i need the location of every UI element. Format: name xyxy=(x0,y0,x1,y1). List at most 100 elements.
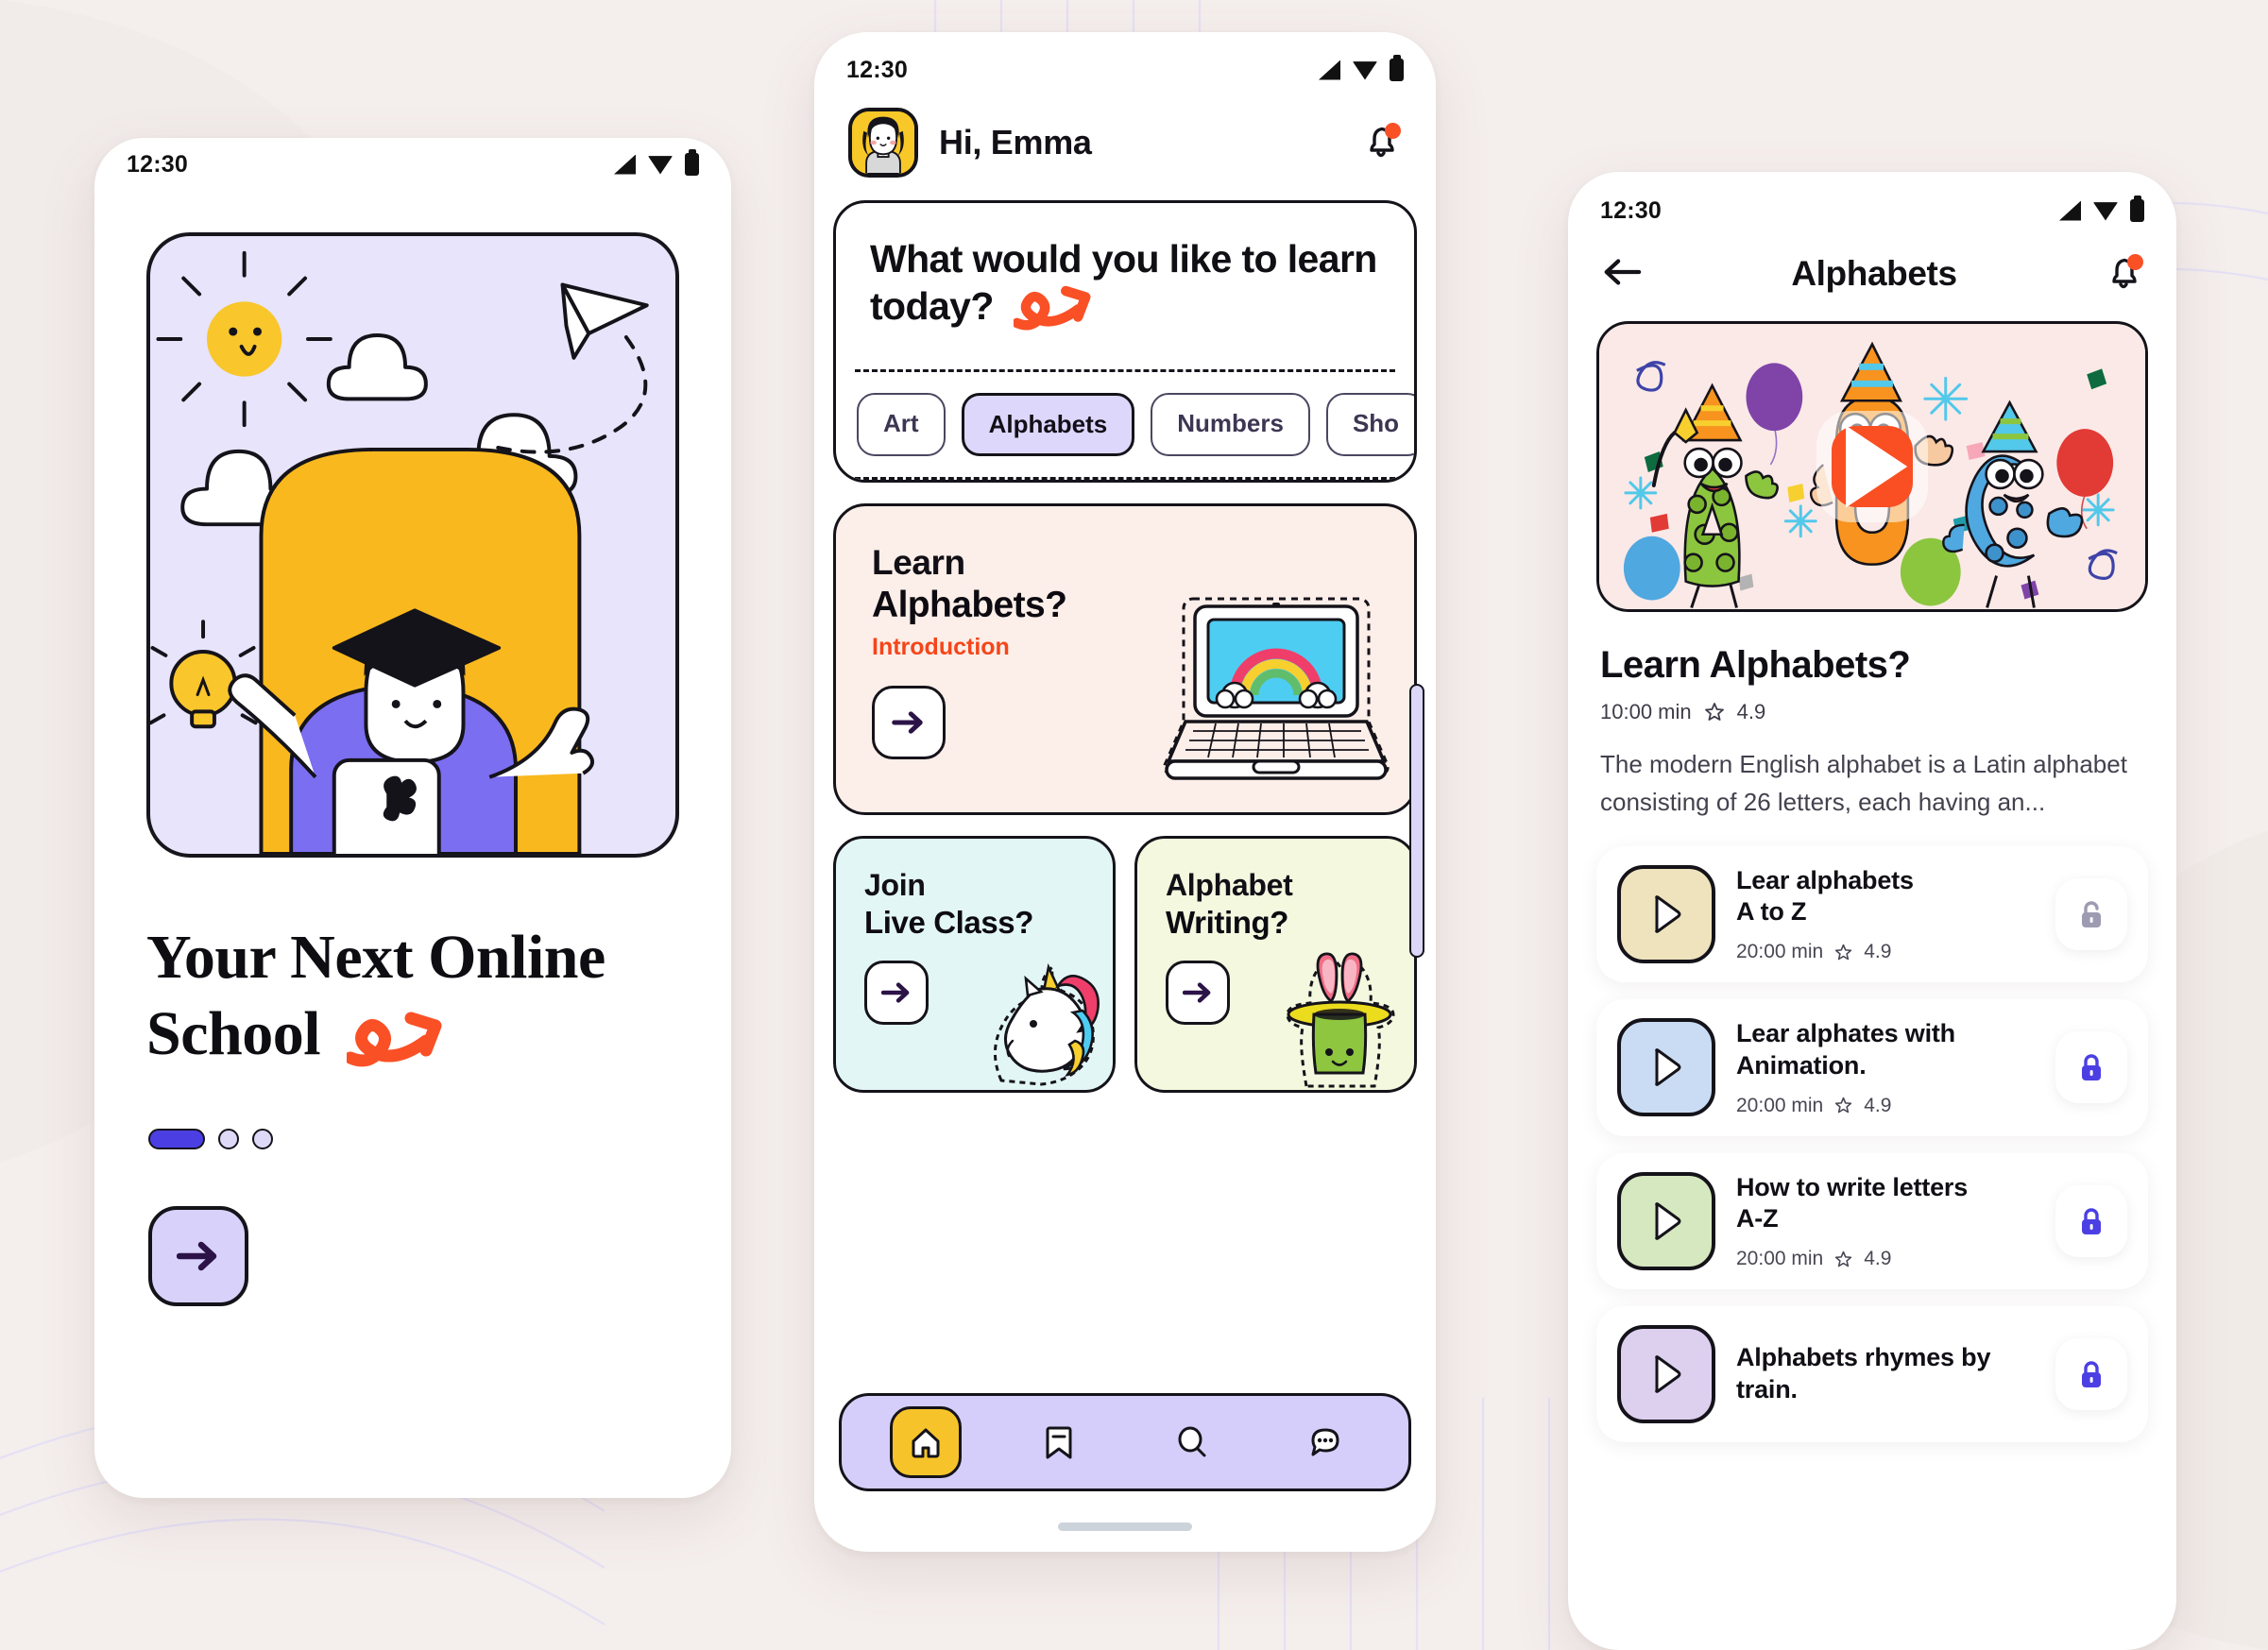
chip-numbers[interactable]: Numbers xyxy=(1151,393,1310,457)
swirl-arrow-icon xyxy=(344,1009,449,1086)
lesson-rating: 4.9 xyxy=(1864,1094,1892,1116)
arrow-right-icon xyxy=(892,711,923,734)
star-icon xyxy=(1835,1097,1852,1114)
lesson-thumbnail[interactable] xyxy=(1617,1171,1715,1270)
search-icon xyxy=(1178,1426,1205,1457)
lesson-thumbnail[interactable] xyxy=(1617,1325,1715,1424)
wifi-icon xyxy=(2093,202,2118,221)
lesson-duration: 20:00 min xyxy=(1736,1248,1824,1270)
vertical-scrollbar[interactable] xyxy=(1409,684,1424,958)
back-button[interactable] xyxy=(1600,256,1646,293)
arrow-right-icon xyxy=(1183,982,1211,1003)
notification-badge xyxy=(2127,254,2143,270)
bottom-navigation xyxy=(839,1393,1411,1491)
home-screen: 12:30 Hi, Emma What would you like to le… xyxy=(814,32,1436,1552)
hero-video-card[interactable] xyxy=(1596,321,2148,612)
status-icons xyxy=(2059,196,2144,222)
play-icon xyxy=(1655,1048,1681,1087)
lesson-title-line1: Lear alphates with xyxy=(1736,1019,1955,1048)
lesson-meta: 10:00 min 4.9 xyxy=(1600,700,2144,724)
page-dot-2[interactable] xyxy=(218,1129,239,1150)
onboarding-title-line2: School xyxy=(146,998,321,1068)
lock-icon xyxy=(2082,1054,2101,1081)
chip-shapes[interactable]: Sho xyxy=(1325,393,1414,457)
notification-badge xyxy=(1385,123,1401,139)
lesson-heading: Learn Alphabets? xyxy=(1600,644,1911,686)
tab-search[interactable] xyxy=(1125,1406,1258,1478)
lesson-rating: 4.9 xyxy=(1864,941,1892,963)
home-icon xyxy=(912,1428,939,1458)
status-time: 12:30 xyxy=(846,56,908,83)
ask-card: What would you like to learn today? Art … xyxy=(833,200,1417,484)
play-icon xyxy=(1846,425,1908,508)
category-chips: Art Alphabets Numbers Sho xyxy=(836,372,1414,477)
play-icon xyxy=(1655,1355,1681,1393)
lesson-rating: 4.9 xyxy=(1736,700,1766,723)
feature-cta-button[interactable] xyxy=(872,686,946,760)
unlock-button[interactable] xyxy=(2055,877,2127,950)
tab-bookmarks[interactable] xyxy=(992,1406,1125,1478)
arrow-left-icon xyxy=(1604,258,1642,285)
battery-icon xyxy=(2130,196,2144,222)
status-bar: 12:30 xyxy=(1568,172,2176,234)
ask-title: What would you like to learn today? xyxy=(836,203,1414,369)
live-cta-button[interactable] xyxy=(864,961,929,1026)
ask-title-text: What would you like to learn today? xyxy=(870,237,1377,329)
writing-title-line1: Alphabet xyxy=(1166,868,1293,903)
wifi-icon xyxy=(1353,61,1377,80)
lesson-thumbnail[interactable] xyxy=(1617,1018,1715,1117)
mini-card-live-class[interactable]: Join Live Class? xyxy=(833,836,1116,1094)
pagination-dots[interactable] xyxy=(148,1129,731,1150)
lesson-detail-screen: 12:30 Alphabets Learn Alphabets? 10:00 m… xyxy=(1568,172,2176,1650)
feature-title-line1: Learn xyxy=(872,543,965,583)
lesson-title-line2: train. xyxy=(1736,1375,1798,1404)
lock-icon xyxy=(2082,1208,2101,1234)
feature-card-learn-alphabets[interactable]: Learn Alphabets? Introduction xyxy=(833,503,1417,816)
unlock-icon xyxy=(2082,901,2101,927)
chip-art[interactable]: Art xyxy=(857,393,946,457)
status-time: 12:30 xyxy=(127,150,188,178)
onboarding-screen: 12:30 Your Next Online School xyxy=(94,138,731,1498)
writing-cta-button[interactable] xyxy=(1166,961,1230,1026)
lesson-duration: 20:00 min xyxy=(1736,941,1824,963)
chat-dots-icon xyxy=(1311,1428,1339,1456)
lesson-thumbnail[interactable] xyxy=(1617,864,1715,963)
list-item[interactable]: Lear alphates with Animation. 20:00 min … xyxy=(1596,999,2148,1136)
page-dot-1[interactable] xyxy=(148,1129,205,1150)
list-item[interactable]: How to write letters A-Z 20:00 min 4.9 xyxy=(1596,1152,2148,1290)
arrow-right-icon xyxy=(177,1241,217,1271)
next-button[interactable] xyxy=(148,1206,248,1307)
lock-button[interactable] xyxy=(2055,1031,2127,1104)
home-header: Hi, Emma xyxy=(814,94,1436,178)
tab-home[interactable] xyxy=(859,1406,992,1478)
notification-bell-button[interactable] xyxy=(2103,253,2144,295)
page-dot-3[interactable] xyxy=(252,1129,273,1150)
mini-card-alphabet-writing[interactable]: Alphabet Writing? xyxy=(1134,836,1417,1094)
play-icon xyxy=(1655,1202,1681,1240)
avatar[interactable] xyxy=(848,108,918,178)
onboarding-title-line1: Your Next Online xyxy=(146,923,605,992)
page-title: Your Next Online School xyxy=(146,920,679,1085)
status-time: 12:30 xyxy=(1600,196,1662,224)
list-item[interactable]: Lear alphabets A to Z 20:00 min 4.9 xyxy=(1596,845,2148,983)
battery-icon xyxy=(685,149,699,176)
lesson-duration: 20:00 min xyxy=(1736,1094,1824,1116)
star-icon xyxy=(1704,703,1724,721)
battery-icon xyxy=(1390,55,1404,81)
play-icon xyxy=(1655,895,1681,933)
wifi-icon xyxy=(648,156,673,175)
play-button[interactable] xyxy=(1816,411,1928,522)
lesson-rating: 4.9 xyxy=(1864,1248,1892,1270)
lock-button[interactable] xyxy=(2055,1184,2127,1257)
tab-chat[interactable] xyxy=(1258,1406,1391,1478)
signal-icon xyxy=(614,154,636,175)
lock-icon xyxy=(2082,1361,2101,1388)
onboarding-illustration xyxy=(146,232,679,858)
list-item[interactable]: Alphabets rhymes by train. xyxy=(1596,1306,2148,1443)
lock-button[interactable] xyxy=(2055,1338,2127,1411)
home-indicator xyxy=(1058,1522,1192,1531)
chip-alphabets[interactable]: Alphabets xyxy=(961,393,1135,457)
signal-icon xyxy=(1319,60,1340,80)
notification-bell-button[interactable] xyxy=(1360,122,1402,163)
lesson-list: Lear alphabets A to Z 20:00 min 4.9 Lear… xyxy=(1596,845,2148,1443)
